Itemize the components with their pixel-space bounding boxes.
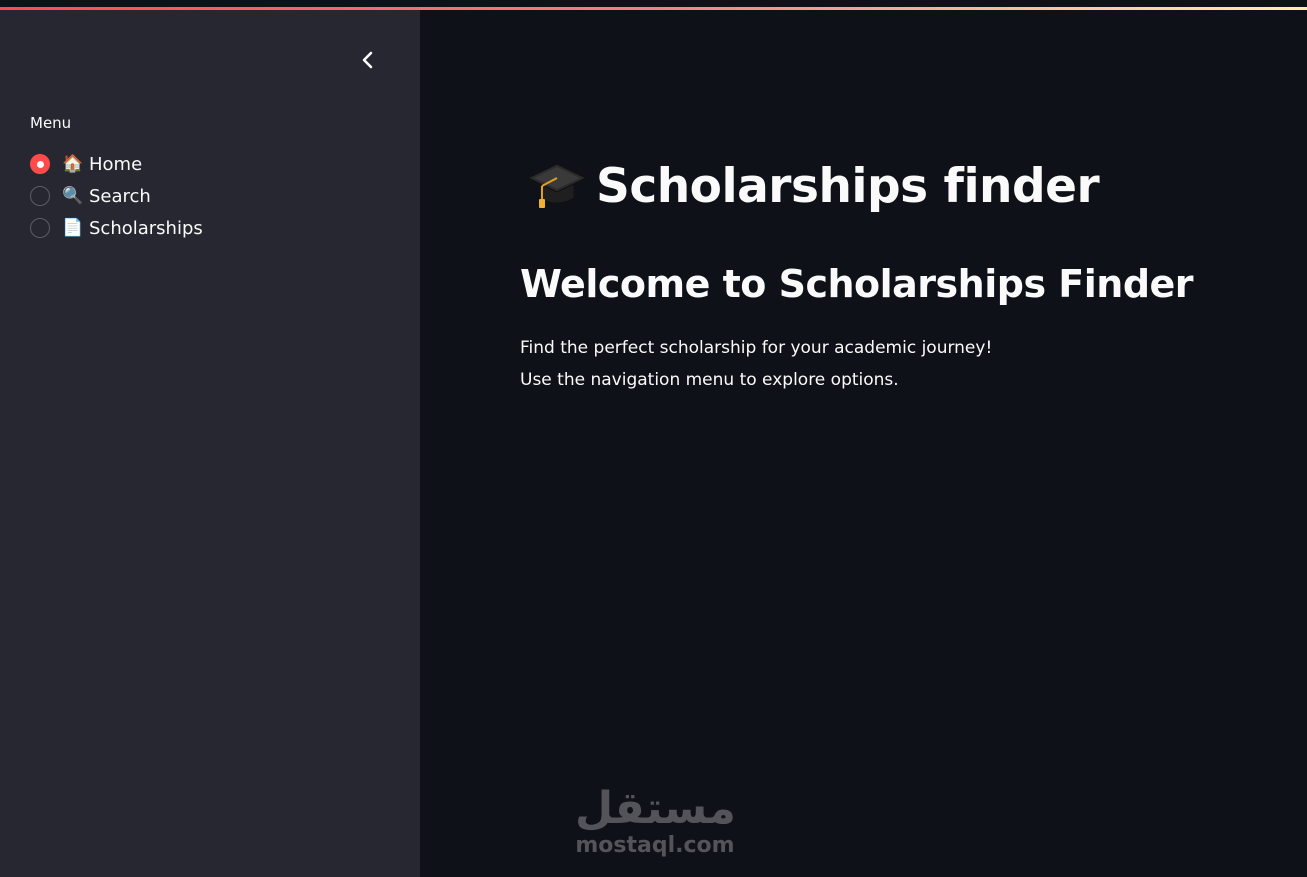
watermark-arabic-text: مستقل bbox=[575, 783, 736, 834]
sidebar: Menu 🏠 Home 🔍 Search 📄 Scholarships bbox=[0, 10, 420, 877]
graduation-cap-icon bbox=[526, 163, 588, 208]
chevron-left-icon bbox=[362, 51, 373, 69]
menu-option-home[interactable]: 🏠 Home bbox=[30, 148, 203, 180]
watermark-latin-text: mostaql.com bbox=[575, 833, 735, 858]
title-row: Scholarships finder bbox=[526, 158, 1100, 214]
menu-label: Menu bbox=[30, 114, 72, 132]
top-decoration-bar bbox=[0, 0, 1307, 10]
menu-option-scholarships[interactable]: 📄 Scholarships bbox=[30, 212, 203, 244]
document-icon: 📄 bbox=[62, 218, 84, 238]
magnifier-icon: 🔍 bbox=[62, 186, 84, 206]
watermark: مستقل mostaql.com bbox=[575, 783, 736, 860]
app-window: Menu 🏠 Home 🔍 Search 📄 Scholarships Scho… bbox=[0, 0, 1307, 877]
radio-button-home[interactable] bbox=[30, 154, 50, 174]
house-icon: 🏠 bbox=[62, 154, 84, 174]
menu-option-label: Home bbox=[89, 153, 143, 175]
page-title: Scholarships finder bbox=[596, 158, 1100, 214]
intro-text-line-2: Use the navigation menu to explore optio… bbox=[520, 370, 899, 390]
menu-radio-group: 🏠 Home 🔍 Search 📄 Scholarships bbox=[30, 148, 203, 244]
intro-text-line-1: Find the perfect scholarship for your ac… bbox=[520, 338, 993, 358]
collapse-sidebar-button[interactable] bbox=[356, 48, 380, 72]
main-content: Scholarships finder Welcome to Scholarsh… bbox=[420, 10, 1307, 877]
radio-button-search[interactable] bbox=[30, 186, 50, 206]
radio-button-scholarships[interactable] bbox=[30, 218, 50, 238]
menu-option-label: Search bbox=[89, 185, 151, 207]
welcome-heading: Welcome to Scholarships Finder bbox=[520, 262, 1194, 306]
menu-option-search[interactable]: 🔍 Search bbox=[30, 180, 203, 212]
menu-option-label: Scholarships bbox=[89, 217, 203, 239]
